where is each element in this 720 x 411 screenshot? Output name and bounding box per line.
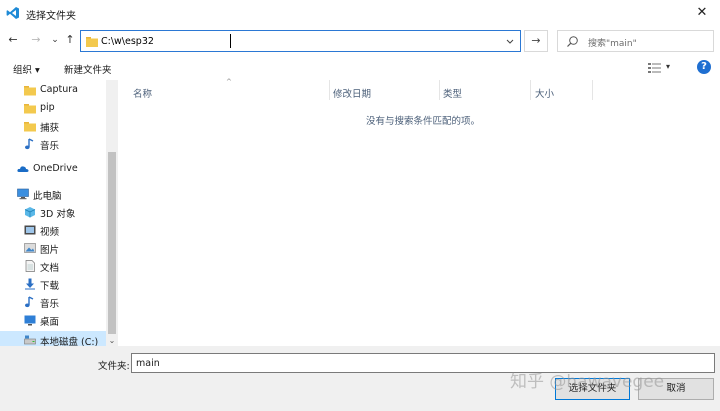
sidebar-item-label: OneDrive: [33, 163, 78, 174]
sidebar-item-label: 音乐: [40, 299, 60, 310]
back-button[interactable]: ←: [6, 32, 20, 48]
view-options-icon[interactable]: [648, 62, 662, 74]
column-header-size[interactable]: 大小: [535, 86, 554, 104]
sidebar-item-onedrive[interactable]: OneDrive: [0, 160, 106, 178]
address-path[interactable]: C:\w\esp32: [101, 36, 154, 47]
sidebar-item-label: 3D 对象: [40, 209, 76, 220]
column-header-name[interactable]: 名称: [133, 86, 152, 104]
document-icon: [25, 260, 35, 272]
folder-name-value[interactable]: main: [136, 358, 160, 369]
sidebar-item-label: 本地磁盘 (C:): [40, 337, 99, 346]
navigation-bar: ← → ⌄ ↑ C:\w\esp32 → 搜索"main": [0, 26, 720, 56]
close-button[interactable]: ✕: [684, 0, 720, 26]
column-divider[interactable]: [329, 80, 330, 100]
address-bar[interactable]: C:\w\esp32: [80, 30, 521, 52]
sidebar-item-3d-objects[interactable]: 3D 对象: [0, 203, 106, 221]
sidebar-item-music[interactable]: 音乐: [0, 293, 106, 311]
sidebar-item-this-pc[interactable]: 此电脑: [0, 185, 106, 203]
sidebar-item-local-disk[interactable]: 本地磁盘 (C:): [0, 331, 106, 346]
sidebar-item-label: 下载: [40, 281, 60, 292]
search-icon: [567, 36, 578, 47]
desktop-icon: [24, 315, 36, 326]
sidebar-item-label: 文档: [40, 263, 60, 274]
video-icon: [24, 225, 36, 235]
folder-icon: [24, 122, 36, 132]
sidebar-item-pictures[interactable]: 图片: [0, 239, 106, 257]
folder-icon: [86, 37, 98, 47]
music-icon: [25, 138, 34, 150]
sidebar-item-documents[interactable]: 文档: [0, 257, 106, 275]
sidebar-item-label: 桌面: [40, 317, 60, 328]
go-button[interactable]: →: [524, 30, 548, 52]
drive-icon: [24, 335, 36, 345]
sidebar-item-pip[interactable]: pip: [0, 99, 106, 117]
sort-arrow-icon: ^: [226, 78, 232, 86]
text-caret: [230, 34, 231, 48]
sidebar-item-music-quick[interactable]: 音乐: [0, 135, 106, 153]
sidebar-item-desktop[interactable]: 桌面: [0, 311, 106, 329]
music-icon: [25, 296, 34, 308]
sidebar-scrollbar[interactable]: ⌄: [106, 80, 118, 346]
search-placeholder: 搜索"main": [588, 39, 637, 49]
sidebar-item-captura[interactable]: Captura: [0, 81, 106, 99]
column-header-type[interactable]: 类型: [443, 86, 462, 104]
recent-locations-button[interactable]: ⌄: [48, 32, 62, 48]
view-dropdown[interactable]: ▾: [666, 62, 670, 71]
forward-button[interactable]: →: [29, 32, 43, 48]
chevron-down-icon[interactable]: [504, 34, 516, 48]
sidebar-item-videos[interactable]: 视频: [0, 221, 106, 239]
picture-icon: [24, 243, 36, 253]
column-divider[interactable]: [530, 80, 531, 100]
folder-icon: [24, 86, 36, 96]
toolbar: 组织 ▾ 新建文件夹 ▾: [0, 56, 720, 80]
help-button[interactable]: ?: [697, 60, 711, 74]
organize-button[interactable]: 组织 ▾: [13, 62, 40, 76]
sidebar-item-label: pip: [40, 102, 55, 113]
search-box[interactable]: 搜索"main": [557, 30, 714, 52]
sidebar-item-label: 音乐: [40, 141, 60, 152]
vscode-icon: [6, 7, 19, 19]
column-header-date[interactable]: 修改日期: [333, 86, 371, 104]
sidebar-item-label: 捕获: [40, 123, 60, 134]
scroll-down-button[interactable]: ⌄: [107, 336, 117, 346]
sidebar-item-downloads[interactable]: 下载: [0, 275, 106, 293]
sidebar-item-label: 视频: [40, 227, 60, 238]
watermark: 知乎 @hawavegee: [510, 372, 665, 392]
column-divider[interactable]: [439, 80, 440, 100]
sidebar-item-label: 图片: [40, 245, 60, 256]
sidebar-item-capture[interactable]: 捕获: [0, 117, 106, 135]
file-list[interactable]: ^ 名称 修改日期 类型 大小 没有与搜索条件匹配的项。: [120, 78, 720, 346]
cloud-icon: [17, 166, 29, 172]
window-title: 选择文件夹: [26, 11, 76, 22]
folder-icon: [24, 104, 36, 114]
navigation-pane: Captura pip 捕获 音乐 OneDrive 此电脑 3D 对象 视频 …: [0, 80, 118, 346]
download-icon: [25, 278, 35, 290]
new-folder-button[interactable]: 新建文件夹: [64, 62, 112, 76]
dialog-footer: 文件夹: main 选择文件夹 取消 知乎 @hawavegee: [0, 346, 720, 411]
computer-icon: [17, 188, 29, 200]
column-divider[interactable]: [592, 80, 593, 100]
sidebar-item-label: 此电脑: [33, 191, 62, 202]
folder-name-label: 文件夹:: [98, 361, 130, 372]
empty-state-message: 没有与搜索条件匹配的项。: [366, 116, 481, 127]
cube-icon: [24, 207, 36, 218]
title-bar: 选择文件夹 ✕: [0, 0, 720, 26]
sidebar-item-label: Captura: [40, 84, 78, 95]
up-button[interactable]: ↑: [63, 32, 77, 48]
scrollbar-thumb[interactable]: [108, 152, 116, 334]
